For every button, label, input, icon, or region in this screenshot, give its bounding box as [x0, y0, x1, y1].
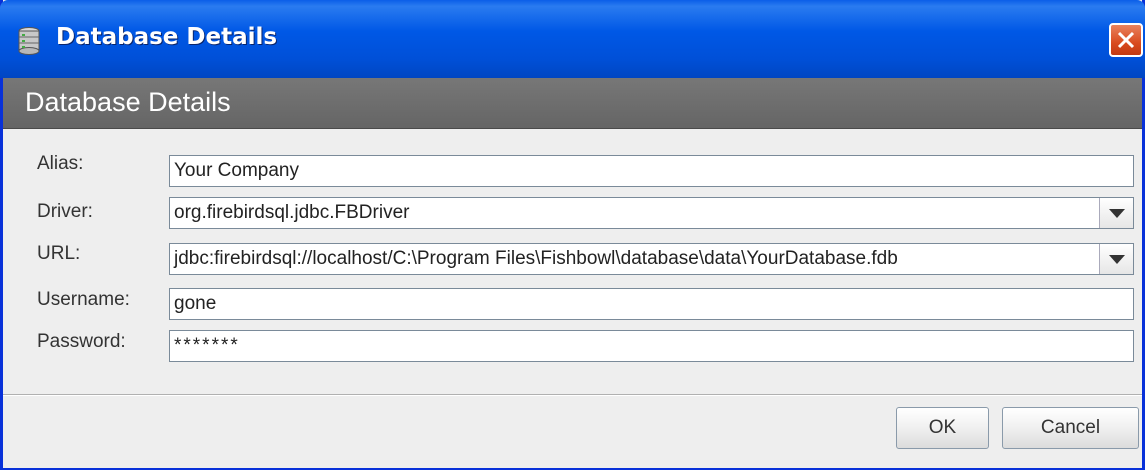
password-field[interactable]: ******* [169, 330, 1134, 362]
ok-button[interactable]: OK [896, 407, 989, 449]
password-label: Password: [37, 331, 126, 352]
button-bar: OK Cancel [3, 395, 1142, 468]
dialog-window: Database Details Database Details Alias:… [0, 0, 1145, 470]
database-icon [16, 26, 42, 56]
section-header: Database Details [3, 78, 1142, 129]
url-dropdown-button[interactable] [1099, 244, 1133, 274]
driver-dropdown-button[interactable] [1099, 198, 1133, 228]
close-button[interactable] [1109, 23, 1143, 57]
connection-form: Alias: Your Company Driver: org.firebird… [3, 129, 1142, 394]
driver-select[interactable]: org.firebirdsql.jdbc.FBDriver [169, 197, 1134, 229]
header-title: Database Details [25, 87, 231, 117]
driver-value: org.firebirdsql.jdbc.FBDriver [174, 202, 410, 223]
title-bar[interactable]: Database Details [0, 0, 1145, 78]
username-field[interactable]: gone [169, 288, 1134, 320]
url-select[interactable]: jdbc:firebirdsql://localhost/C:\Program … [169, 243, 1134, 275]
driver-label: Driver: [37, 201, 93, 222]
url-label: URL: [37, 243, 81, 264]
window-title: Database Details [56, 24, 278, 50]
alias-label: Alias: [37, 153, 84, 174]
cancel-button[interactable]: Cancel [1002, 407, 1139, 449]
username-label: Username: [37, 289, 130, 310]
url-value: jdbc:firebirdsql://localhost/C:\Program … [174, 248, 898, 269]
alias-field[interactable]: Your Company [169, 155, 1134, 187]
